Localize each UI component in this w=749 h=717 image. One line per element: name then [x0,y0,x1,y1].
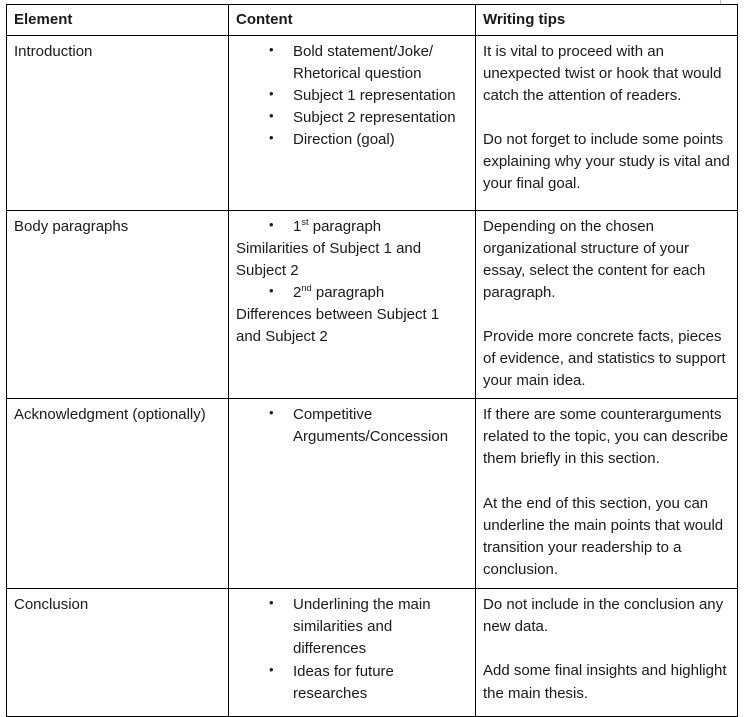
list-item: Bold statement/Joke/ Rhetorical question [236,40,468,85]
content-bullet-list: Competitive Arguments/Concession [236,403,468,448]
cell-content-acknowledgment: Competitive Arguments/Concession [228,398,476,590]
column-header-element: Element [6,3,229,37]
column-header-writing-tips: Writing tips [475,3,738,37]
table-row: Acknowledgment (optionally) Competitive … [6,398,738,590]
tip-paragraph: Do not include in the conclusion any new… [483,596,724,636]
ordinal-label: paragraph [308,218,382,236]
list-item: Competitive Arguments/Concession [236,403,468,448]
cell-content-conclusion: Underlining the main similarities and di… [228,588,476,717]
list-item: Subject 2 representation [236,106,468,129]
list-item: Direction (goal) [236,128,468,151]
cell-content-introduction: Bold statement/Joke/ Rhetorical question… [228,35,476,212]
tip-paragraph: At the end of this section, you can unde… [483,494,724,578]
cell-content-body-paragraphs: 1st paragraph Similarities of Subject 1 … [228,210,476,400]
cell-tips-body-paragraphs: Depending on the chosen organizational s… [475,210,738,400]
table-row: Body paragraphs 1st paragraph Similariti… [6,210,738,400]
column-header-content: Content [228,3,476,37]
tip-paragraph: It is vital to proceed with an unexpecte… [483,43,722,105]
cell-element-conclusion: Conclusion [6,588,229,717]
list-item: Underlining the main similarities and di… [236,593,468,660]
cell-element-body-paragraphs: Body paragraphs [6,210,229,400]
table-row: Conclusion Underlining the main similari… [6,588,738,717]
table-header-row: Element Content Writing tips [6,3,738,37]
content-bullet-list: Bold statement/Joke/ Rhetorical question… [236,40,468,151]
cell-element-introduction: Introduction [6,35,229,212]
list-item: Ideas for future researches [236,660,468,705]
table-row: Introduction Bold statement/Joke/ Rhetor… [6,35,738,212]
list-item-continuation: Differences between Subject 1 and Subjec… [236,306,440,346]
tip-paragraph: Add some final insights and highlight th… [483,662,727,702]
ordinal-suffix: st [301,217,309,228]
essay-structure-table-container: Element Content Writing tips Introductio… [6,3,738,717]
cell-tips-acknowledgment: If there are some counterarguments relat… [475,398,738,590]
list-item: Subject 1 representation [236,84,468,107]
tip-paragraph: Do not forget to include some points exp… [483,131,730,193]
tip-paragraph: Provide more concrete facts, pieces of e… [483,328,726,390]
tip-paragraph: If there are some counterarguments relat… [483,406,729,468]
list-item: 2nd paragraph [236,281,468,304]
cell-tips-conclusion: Do not include in the conclusion any new… [475,588,738,717]
cell-tips-introduction: It is vital to proceed with an unexpecte… [475,35,738,212]
ordinal-label: paragraph [311,284,385,302]
tip-paragraph: Depending on the chosen organizational s… [483,218,706,302]
essay-structure-table: Element Content Writing tips Introductio… [6,3,738,717]
cell-element-acknowledgment: Acknowledgment (optionally) [6,398,229,590]
list-item-continuation: Similarities of Subject 1 and Subject 2 [236,240,422,280]
list-item: 1st paragraph [236,215,468,238]
ordinal-suffix: nd [301,283,312,294]
content-bullet-list: Underlining the main similarities and di… [236,593,468,705]
